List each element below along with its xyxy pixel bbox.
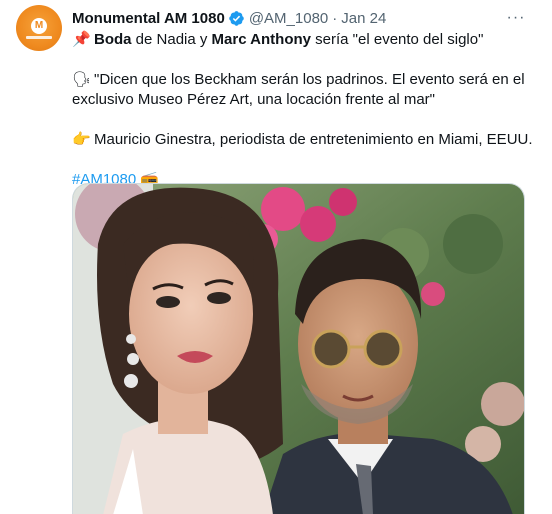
tweet-header: Monumental AM 1080 @AM_1080 · Jan 24 bbox=[72, 8, 386, 28]
text-segment: Mauricio Ginestra, periodista de entrete… bbox=[94, 131, 533, 148]
speaking-head-icon: 🗣 bbox=[72, 71, 92, 88]
bold-marc-anthony: Marc Anthony bbox=[211, 31, 311, 48]
verified-badge-icon bbox=[229, 10, 244, 26]
tweet-date[interactable]: Jan 24 bbox=[341, 10, 386, 27]
bold-boda: Boda bbox=[94, 31, 132, 48]
more-options-icon[interactable]: ··· bbox=[506, 8, 526, 28]
author-handle[interactable]: @AM_1080 bbox=[249, 10, 328, 27]
author-name[interactable]: Monumental AM 1080 bbox=[72, 10, 225, 27]
text-segment: "Dicen que los Beckham serán los padrino… bbox=[94, 71, 525, 88]
pushpin-icon: 📌 bbox=[72, 31, 91, 48]
monumental-logo-icon: M bbox=[31, 17, 47, 34]
avatar-logo-text bbox=[26, 35, 52, 39]
tweet-line-3: exclusivo Museo Pérez Art, una locación … bbox=[72, 91, 435, 108]
couple-photo-illustration bbox=[73, 184, 524, 514]
text-segment: de Nadia y bbox=[131, 31, 212, 48]
tweet-photo[interactable] bbox=[72, 183, 525, 514]
tweet-text: 📌 Boda de Nadia y Marc Anthony sería "el … bbox=[72, 30, 533, 190]
header-separator: · bbox=[332, 9, 338, 27]
tweet-line-1: 📌 Boda de Nadia y Marc Anthony sería "el … bbox=[72, 30, 532, 50]
tweet-line-2: 🗣 "Dicen que los Beckham serán los padrin… bbox=[72, 70, 532, 90]
tweet-card[interactable]: M Monumental AM 1080 @AM_1080 · Jan 24 ·… bbox=[0, 0, 552, 514]
author-avatar[interactable]: M bbox=[16, 5, 62, 51]
pointing-hand-icon: 👉 bbox=[72, 131, 91, 148]
text-segment: sería "el evento del siglo" bbox=[311, 31, 484, 48]
tweet-line-4: 👉 Mauricio Ginestra, periodista de entret… bbox=[72, 130, 533, 150]
